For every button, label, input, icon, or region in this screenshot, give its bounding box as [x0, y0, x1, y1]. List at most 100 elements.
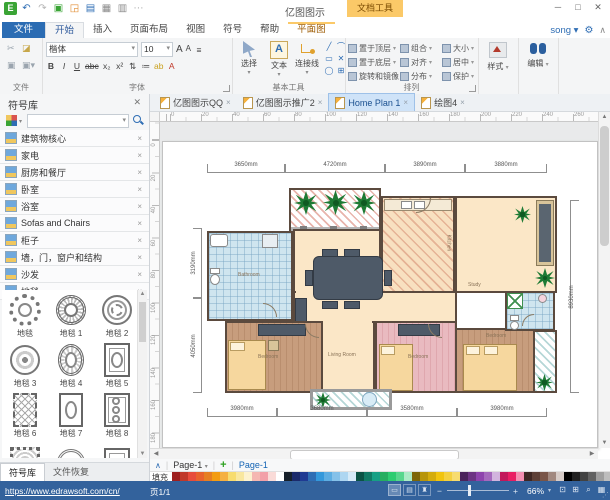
scroll-thumb[interactable]: [600, 126, 609, 246]
color-swatch[interactable]: [172, 472, 180, 481]
color-swatch[interactable]: [380, 472, 388, 481]
font-style-button[interactable]: ≔: [141, 60, 151, 72]
text-tool[interactable]: A 文本 ▾: [264, 41, 294, 78]
page-selector[interactable]: Page-1 ▾: [173, 460, 208, 470]
arrange-分布[interactable]: 分布▾: [400, 69, 442, 83]
color-swatch[interactable]: [196, 472, 204, 481]
preview-icon[interactable]: ▥: [116, 2, 129, 15]
reading-view-icon[interactable]: ▤: [403, 484, 416, 496]
font-style-button[interactable]: B: [46, 60, 56, 72]
color-swatch[interactable]: [300, 472, 308, 481]
color-swatch[interactable]: [188, 472, 196, 481]
panel-tab-符号库[interactable]: 符号库: [0, 463, 45, 482]
library-category-厨房和餐厅[interactable]: 厨房和餐厅×: [0, 164, 149, 181]
color-swatch[interactable]: [548, 472, 556, 481]
symbol-地毯 3[interactable]: 地毯 3: [2, 340, 48, 390]
color-swatch[interactable]: [516, 472, 524, 481]
font-name-select[interactable]: 楷体▾: [46, 42, 138, 57]
shower[interactable]: [507, 293, 523, 309]
close-icon[interactable]: ×: [137, 219, 142, 228]
dialog-launcher-icon[interactable]: [223, 85, 230, 92]
color-swatch[interactable]: [228, 472, 236, 481]
color-swatch[interactable]: [468, 472, 476, 481]
color-swatch[interactable]: [604, 472, 610, 481]
normal-view-icon[interactable]: ▭: [388, 484, 401, 496]
symbol-地毯 2[interactable]: 地毯 2: [94, 290, 140, 340]
color-swatch[interactable]: [532, 472, 540, 481]
color-swatch[interactable]: [596, 472, 604, 481]
close-tab-icon[interactable]: ×: [226, 98, 231, 107]
zoom-level[interactable]: 66%: [527, 486, 544, 496]
color-swatch[interactable]: [564, 472, 572, 481]
hot-tub[interactable]: [362, 392, 377, 407]
color-swatch[interactable]: [268, 472, 276, 481]
color-swatch[interactable]: [444, 472, 452, 481]
close-icon[interactable]: ×: [137, 253, 142, 262]
paste-icon[interactable]: ▣: [7, 60, 16, 71]
search-icon[interactable]: [133, 115, 143, 125]
ribbon-tab-页面布局[interactable]: 页面布局: [121, 22, 177, 38]
color-swatch[interactable]: [340, 472, 348, 481]
shower[interactable]: [262, 234, 278, 248]
vertical-scrollbar[interactable]: ▲ ▼: [598, 112, 610, 448]
doc-tab-绘图4[interactable]: 绘图4×: [415, 94, 471, 111]
color-swatch[interactable]: [276, 472, 284, 481]
edit-button[interactable]: 编辑 ▾: [518, 42, 558, 69]
color-swatch[interactable]: [252, 472, 260, 481]
color-swatch[interactable]: [396, 472, 404, 481]
collapse-ribbon-icon[interactable]: ∧: [599, 25, 606, 36]
dining-table[interactable]: [313, 256, 383, 300]
arrange-对齐[interactable]: 对齐▾: [400, 55, 442, 69]
close-icon[interactable]: ×: [137, 185, 142, 194]
shape-tool-icon[interactable]: ◯: [324, 66, 334, 76]
close-icon[interactable]: ×: [137, 134, 142, 143]
color-swatch[interactable]: [556, 472, 564, 481]
shape-tool-icon[interactable]: ╱: [324, 42, 334, 52]
color-swatch[interactable]: [588, 472, 596, 481]
symbol-地毯 8[interactable]: 地毯 8: [94, 390, 140, 440]
close-icon[interactable]: ×: [137, 168, 142, 177]
chair[interactable]: [344, 249, 360, 257]
ribbon-tab-帮助[interactable]: 帮助: [251, 22, 288, 38]
close-icon[interactable]: ×: [137, 236, 142, 245]
library-scrollbar[interactable]: ▲ ▼: [137, 290, 147, 458]
font-size-button[interactable]: ≡: [194, 44, 204, 56]
save-icon[interactable]: ▤: [84, 2, 97, 15]
library-category-浴室[interactable]: 浴室×: [0, 198, 149, 215]
format-painter-icon[interactable]: ◪: [22, 43, 31, 54]
doc-tab-亿图图示推广2[interactable]: 亿图图示推广2×: [237, 94, 329, 111]
arrange-旋转和镜像[interactable]: 旋转和镜像▾: [348, 69, 400, 83]
color-swatch[interactable]: [412, 472, 420, 481]
color-swatch[interactable]: [492, 472, 500, 481]
ribbon-tab-文件[interactable]: 文件: [2, 22, 45, 38]
collapse-pages-icon[interactable]: ∧: [155, 461, 161, 470]
color-swatch[interactable]: [500, 472, 508, 481]
symbol-地毯 4[interactable]: 地毯 4: [48, 340, 94, 390]
symbol-地毯[interactable]: 地毯: [2, 290, 48, 340]
zoom-slider[interactable]: [447, 490, 509, 491]
page-tab[interactable]: Page-1: [239, 460, 268, 470]
close-icon[interactable]: ×: [137, 270, 142, 279]
font-style-button[interactable]: x₂: [102, 60, 112, 72]
library-category-柜子[interactable]: 柜子×: [0, 232, 149, 249]
library-category-Sofas and Chairs[interactable]: Sofas and Chairs×: [0, 215, 149, 232]
select-tool[interactable]: 选择 ▾: [234, 41, 264, 76]
scroll-up-icon[interactable]: ▲: [138, 291, 147, 297]
ribbon-tab-平面图[interactable]: 平面图: [288, 22, 335, 38]
color-swatch[interactable]: [332, 472, 340, 481]
ribbon-tab-视图[interactable]: 视图: [177, 22, 214, 38]
arrange-置于底层[interactable]: 置于底层▾: [348, 55, 400, 69]
color-swatch[interactable]: [436, 472, 444, 481]
library-palette-icon[interactable]: [6, 115, 17, 126]
color-swatch[interactable]: [572, 472, 580, 481]
color-swatch[interactable]: [356, 472, 364, 481]
fit-width-icon[interactable]: ⊞: [570, 484, 581, 496]
scroll-down-icon[interactable]: ▼: [599, 440, 610, 446]
color-swatch[interactable]: [476, 472, 484, 481]
scroll-thumb[interactable]: [139, 302, 146, 342]
cut-icon[interactable]: ✂: [7, 43, 15, 54]
arrange-居中[interactable]: 居中▾: [442, 55, 478, 69]
close-tab-icon[interactable]: ×: [318, 98, 323, 107]
add-page-button[interactable]: +: [220, 459, 226, 471]
symbol-地毯 7[interactable]: 地毯 7: [48, 390, 94, 440]
